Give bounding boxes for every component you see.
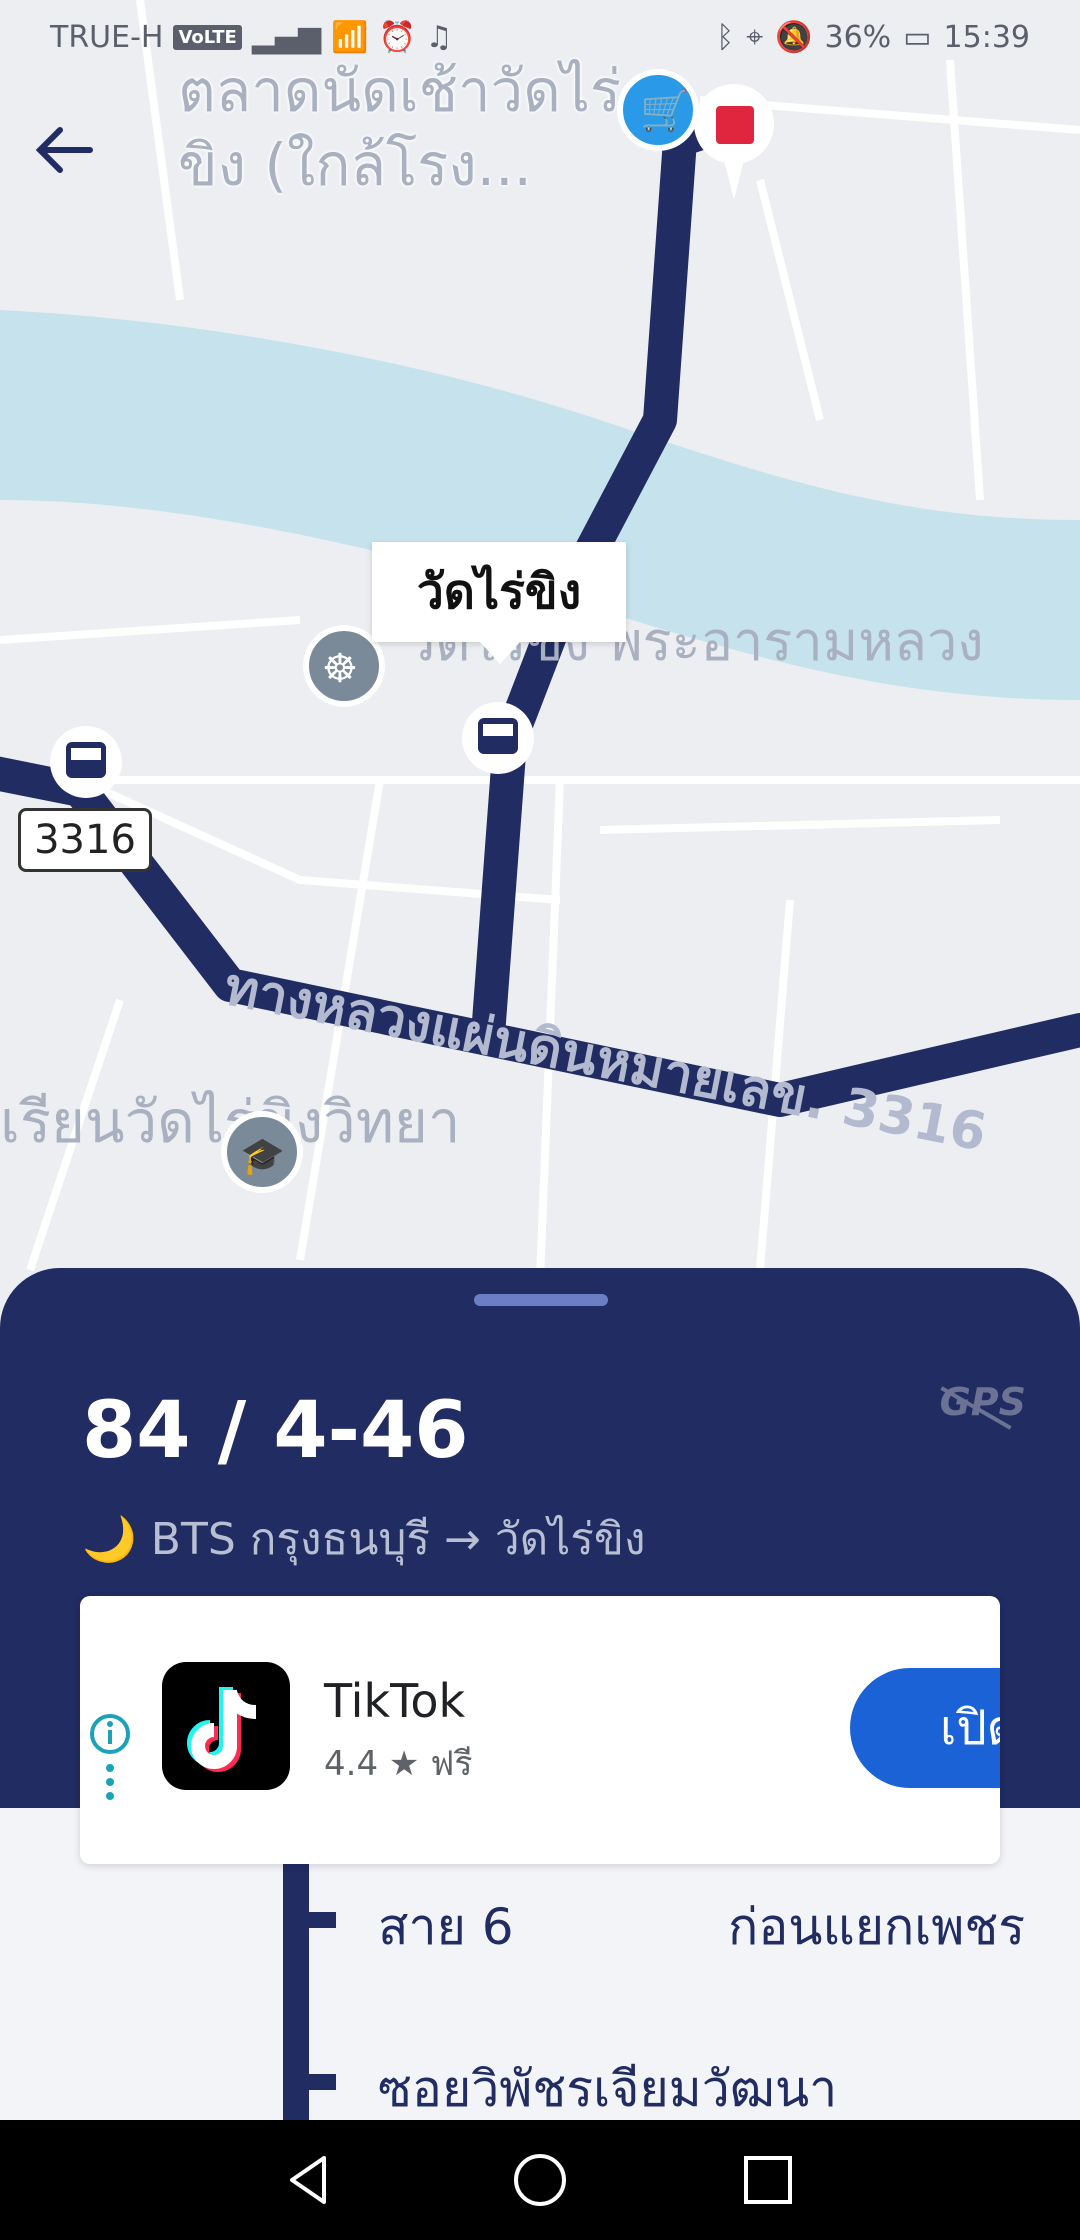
location-icon: ⌖ — [746, 20, 764, 55]
tiktok-logo-icon[interactable] — [162, 1662, 290, 1790]
stop-detail: ก่อนแยกเพชร — [728, 1898, 1026, 1956]
ad-info-icon[interactable] — [88, 1712, 132, 1806]
stop-dot — [308, 1912, 336, 1928]
battery-icon: ▭ — [903, 20, 932, 55]
ad-open-button[interactable]: เปิด — [850, 1668, 1000, 1788]
wifi-icon: 📶 — [331, 20, 369, 55]
bus-stop-marker[interactable] — [462, 702, 534, 774]
svg-text:🎓: 🎓 — [240, 1136, 285, 1177]
route-path-label: BTS กรุงธนบุรี → วัดไร่ขิง — [150, 1514, 646, 1565]
ad-rating: 4.4 — [324, 1744, 379, 1784]
signal-icon: ▂▄▆ — [251, 20, 322, 55]
gps-off-icon: GPS — [939, 1380, 1026, 1424]
recents-square-icon[interactable] — [738, 2150, 798, 2210]
star-icon: ★ — [388, 1744, 420, 1784]
place-title: ตลาดนัดเช้าวัดไร่ขิง (ใกล้โรง... — [178, 57, 622, 199]
ad-app-meta: 4.4 ★ ฟรี — [324, 1736, 473, 1790]
stop-name[interactable]: สาย 6 — [378, 1888, 514, 1967]
music-icon: ♫ — [425, 20, 453, 55]
back-triangle-icon[interactable] — [280, 2150, 340, 2210]
stop-dot — [308, 2074, 336, 2090]
route-path: 🌙 BTS กรุงธนบุรี → วัดไร่ขิง — [82, 1504, 645, 1574]
mute-icon: 🔕 — [775, 20, 813, 55]
svg-text:☸: ☸ — [322, 646, 358, 692]
cart-icon: 🛒 — [640, 87, 690, 134]
school-icon[interactable]: 🎓 — [221, 1111, 303, 1193]
temple-icon[interactable]: ☸ — [303, 625, 385, 707]
selected-stop-label: วัดไร่ขิง — [372, 542, 626, 664]
clock: 15:39 — [943, 20, 1030, 55]
ad-app-name: TikTok — [324, 1674, 466, 1728]
bus-stop-marker[interactable] — [50, 726, 122, 798]
route-number: 84 / 4-46 — [82, 1386, 469, 1476]
road-shield: 3316 — [18, 808, 152, 872]
drag-handle[interactable] — [474, 1294, 608, 1306]
home-circle-icon[interactable] — [510, 2150, 570, 2210]
battery-percent: 36% — [824, 20, 892, 55]
alarm-icon: ⏰ — [378, 20, 416, 55]
navigation-bar — [0, 2120, 1080, 2240]
volte-badge: VoLTE — [173, 25, 242, 50]
stop-name[interactable]: ซอยวิพัชรเจียมวัฒนา — [378, 2050, 837, 2129]
ad-card[interactable]: TikTok 4.4 ★ ฟรี เปิด — [80, 1596, 1000, 1864]
back-arrow-icon[interactable] — [30, 110, 110, 190]
moon-icon: 🌙 — [82, 1514, 137, 1565]
carrier-label: TRUE-H — [50, 20, 164, 55]
bluetooth-icon: ᛒ — [716, 20, 735, 55]
ad-price: ฟรี — [430, 1744, 473, 1784]
